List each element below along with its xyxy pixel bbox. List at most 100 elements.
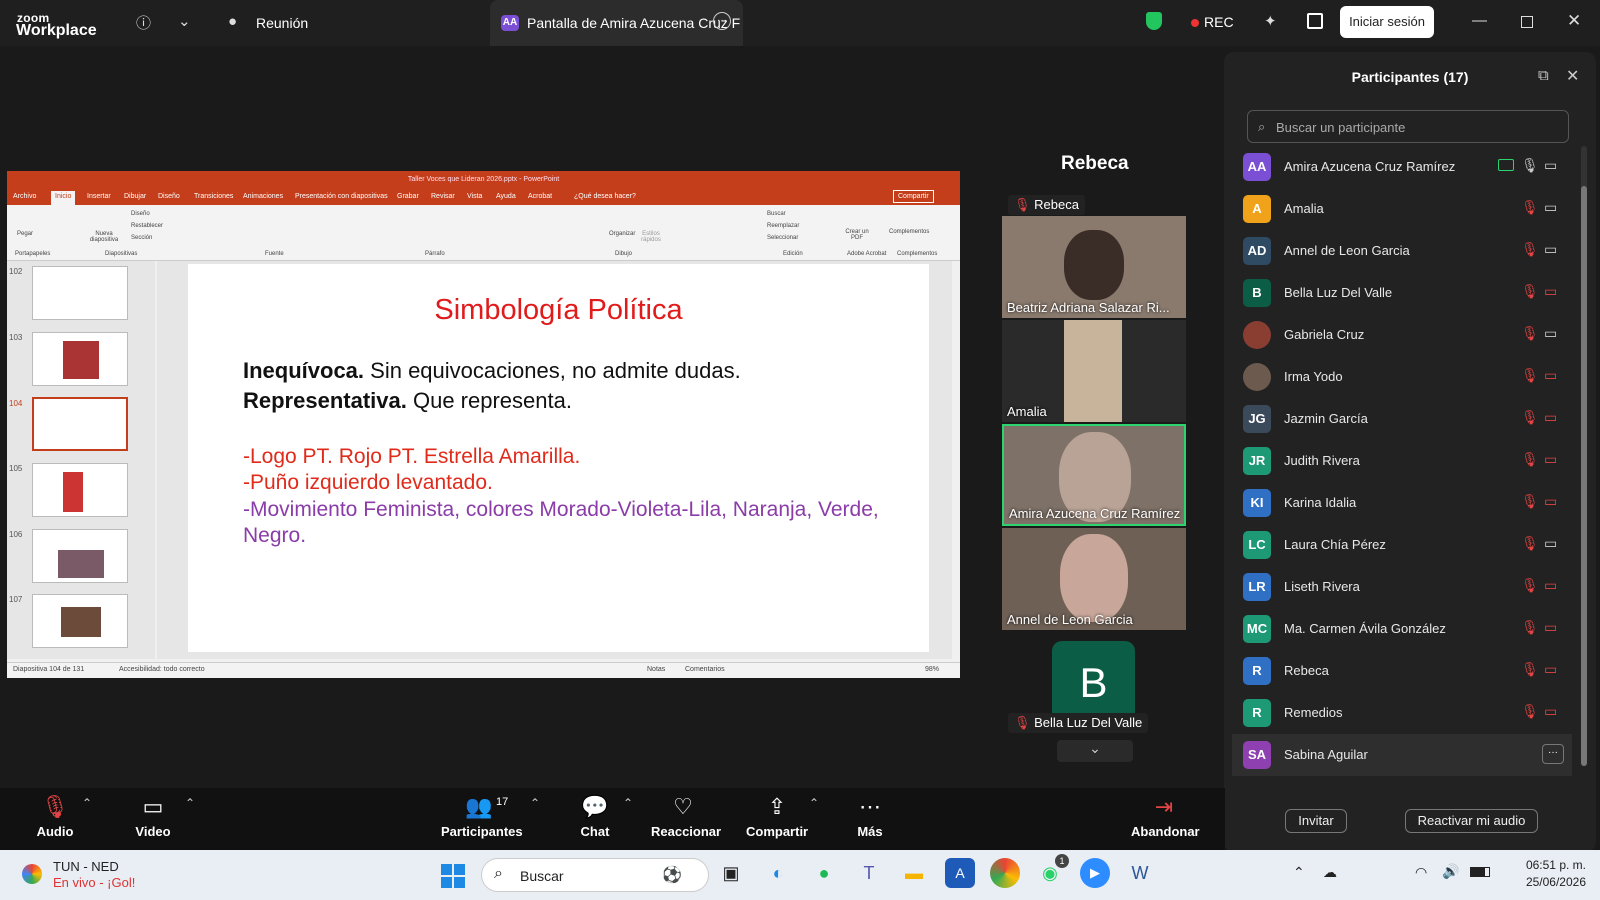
slide-thumbnail[interactable] <box>32 463 128 517</box>
taskbar-search[interactable]: ⌕ Buscar ⚽ <box>481 858 709 892</box>
audio-button[interactable]: 🎙 Audio <box>35 790 75 839</box>
slide-thumbnail[interactable] <box>32 332 128 386</box>
widget-title[interactable]: TUN - NED <box>53 859 119 874</box>
gallery-scroll-down[interactable]: ⌄ <box>1057 740 1133 762</box>
battery-icon[interactable] <box>1470 867 1490 877</box>
audio-options-chevron-icon[interactable]: ⌃ <box>82 796 92 810</box>
ribbon-select[interactable]: Seleccionar <box>767 235 798 241</box>
screen-share-tab[interactable]: AA Pantalla de Amira Azucena Cruz F ··· <box>490 0 743 46</box>
more-button[interactable]: ⋯ Más <box>855 790 885 839</box>
ribbon-layout[interactable]: Diseño <box>131 211 150 217</box>
close-panel-icon[interactable]: ✕ <box>1566 66 1579 86</box>
zoom-app-icon[interactable]: ▶ <box>1080 858 1110 888</box>
pop-out-icon[interactable]: ⧉ <box>1538 67 1549 84</box>
share-options-chevron-icon[interactable]: ⌃ <box>809 796 819 810</box>
ppt-menu-item[interactable]: Archivo <box>13 193 36 200</box>
layout-icon[interactable] <box>1307 13 1323 29</box>
current-slide[interactable]: Simbología Política Inequívoca. Sin equi… <box>188 264 929 652</box>
ribbon-section[interactable]: Sección <box>131 235 152 241</box>
participants-options-chevron-icon[interactable]: ⌃ <box>530 796 540 810</box>
ppt-tell-me[interactable]: ¿Qué desea hacer? <box>574 193 636 200</box>
volume-icon[interactable]: 🔊 <box>1442 863 1459 880</box>
ribbon-paste[interactable]: Pegar <box>17 231 33 237</box>
info-icon[interactable]: ⓘ <box>136 12 151 33</box>
leave-button[interactable]: ⇥ Abandonar <box>1131 790 1200 839</box>
show-hidden-icons-chevron[interactable]: ⌃ <box>1293 864 1305 881</box>
rec-label[interactable]: REC <box>1204 14 1234 30</box>
close-icon[interactable]: ✕ <box>1567 11 1581 31</box>
participant-row[interactable]: LR Liseth Rivera 🎙 ▭ <box>1232 566 1572 608</box>
windows-start-icon[interactable] <box>441 864 465 888</box>
participant-row[interactable]: AA Amira Azucena Cruz Ramírez 🎙 ▭ <box>1232 146 1572 188</box>
comments-button[interactable]: Comentarios <box>685 666 725 673</box>
participant-row[interactable]: JG Jazmin García 🎙 ▭ <box>1232 398 1572 440</box>
invite-button[interactable]: Invitar <box>1285 809 1347 833</box>
ppt-menu-item[interactable]: Presentación con diapositivas <box>295 193 388 200</box>
file-explorer-icon[interactable]: ▬ <box>899 858 929 888</box>
restore-icon[interactable] <box>1521 16 1533 28</box>
participant-row[interactable]: A Amalia 🎙 ▭ <box>1232 188 1572 230</box>
more-options-icon[interactable]: ··· <box>1542 744 1564 764</box>
security-shield-icon[interactable] <box>1146 12 1162 30</box>
ppt-menu-item[interactable]: Ayuda <box>496 193 516 200</box>
wifi-icon[interactable]: ◠ <box>1415 864 1427 881</box>
participant-row[interactable]: R Remedios 🎙 ▭ <box>1232 692 1572 734</box>
ribbon-quick-styles[interactable]: Estilos rápidos <box>639 231 663 243</box>
participant-row[interactable]: R Rebeca 🎙 ▭ <box>1232 650 1572 692</box>
ppt-menu-item[interactable]: Revisar <box>431 193 455 200</box>
video-tile[interactable]: Beatriz Adriana Salazar Ri... <box>1002 216 1186 318</box>
slide-thumbnail-selected[interactable] <box>32 397 128 451</box>
task-view-icon[interactable]: ▣ <box>716 858 746 888</box>
slide-thumbnail[interactable] <box>32 529 128 583</box>
slide-thumbnail[interactable] <box>32 594 128 648</box>
meeting-label[interactable]: Reunión <box>256 15 308 31</box>
notes-button[interactable]: Notas <box>647 666 665 673</box>
video-tile-active[interactable]: Amira Azucena Cruz Ramírez <box>1002 424 1186 526</box>
news-widget-icon[interactable] <box>22 864 42 884</box>
ribbon-reset[interactable]: Restablecer <box>131 223 163 229</box>
edge-icon[interactable]: ◐ <box>763 858 793 888</box>
teams-icon[interactable]: T <box>854 858 884 888</box>
share-screen-button[interactable]: ⇪ Compartir <box>746 790 808 839</box>
ppt-menu-item[interactable]: Dibujar <box>124 193 146 200</box>
video-button[interactable]: ▭ Video <box>133 790 173 839</box>
zoom-level[interactable]: 98% <box>925 666 939 673</box>
ppt-menu-item[interactable]: Grabar <box>397 193 419 200</box>
ppt-menu-item[interactable]: Transiciones <box>194 193 233 200</box>
minimize-icon[interactable]: — <box>1472 12 1487 29</box>
participant-row-hover[interactable]: SA Sabina Aguilar ··· <box>1232 734 1572 776</box>
chat-button[interactable]: 💬 Chat <box>580 790 610 839</box>
accessibility-status[interactable]: Accesibilidad: todo correcto <box>119 666 205 673</box>
video-tile[interactable]: Annel de Leon Garcia <box>1002 528 1186 630</box>
ribbon-create-pdf[interactable]: Crear un PDF <box>845 229 869 241</box>
video-tile[interactable]: Amalia <box>1002 320 1186 422</box>
participant-row[interactable]: MC Ma. Carmen Ávila González 🎙 ▭ <box>1232 608 1572 650</box>
ppt-menu-item[interactable]: Vista <box>467 193 482 200</box>
panel-scrollbar[interactable] <box>1581 146 1587 766</box>
ppt-menu-item[interactable]: Animaciones <box>243 193 283 200</box>
spotify-icon[interactable]: ● <box>809 858 839 888</box>
participant-row[interactable]: Irma Yodo 🎙 ▭ <box>1232 356 1572 398</box>
clock-time[interactable]: 06:51 p. m. <box>1510 858 1586 872</box>
word-icon[interactable]: W <box>1125 858 1155 888</box>
chrome-icon[interactable] <box>990 858 1020 888</box>
ribbon-new-slide[interactable]: Nueva diapositiva <box>87 231 121 243</box>
clock-date[interactable]: 25/06/2026 <box>1510 875 1586 889</box>
chat-options-chevron-icon[interactable]: ⌃ <box>623 796 633 810</box>
signin-button[interactable]: Iniciar sesión <box>1340 6 1434 38</box>
participant-row[interactable]: AD Annel de Leon Garcia 🎙 ▭ <box>1232 230 1572 272</box>
ribbon-arrange[interactable]: Organizar <box>609 231 635 237</box>
widget-subtitle[interactable]: En vivo - ¡Gol! <box>53 875 135 890</box>
app-icon[interactable]: A <box>945 858 975 888</box>
onedrive-icon[interactable]: ☁ <box>1323 864 1337 881</box>
ppt-menu-item[interactable]: Diseño <box>158 193 180 200</box>
more-options-icon[interactable]: ··· <box>713 12 731 30</box>
chevron-down-icon[interactable]: ⌄ <box>178 12 191 30</box>
video-options-chevron-icon[interactable]: ⌃ <box>185 796 195 810</box>
ribbon-addins[interactable]: Complementos <box>889 229 929 235</box>
ppt-menu-item[interactable]: Acrobat <box>528 193 552 200</box>
participant-row[interactable]: JR Judith Rivera 🎙 ▭ <box>1232 440 1572 482</box>
react-button[interactable]: ♡ Reaccionar <box>651 790 721 839</box>
participant-row[interactable]: LC Laura Chía Pérez 🎙 ▭ <box>1232 524 1572 566</box>
ppt-menu-item[interactable]: Insertar <box>87 193 111 200</box>
